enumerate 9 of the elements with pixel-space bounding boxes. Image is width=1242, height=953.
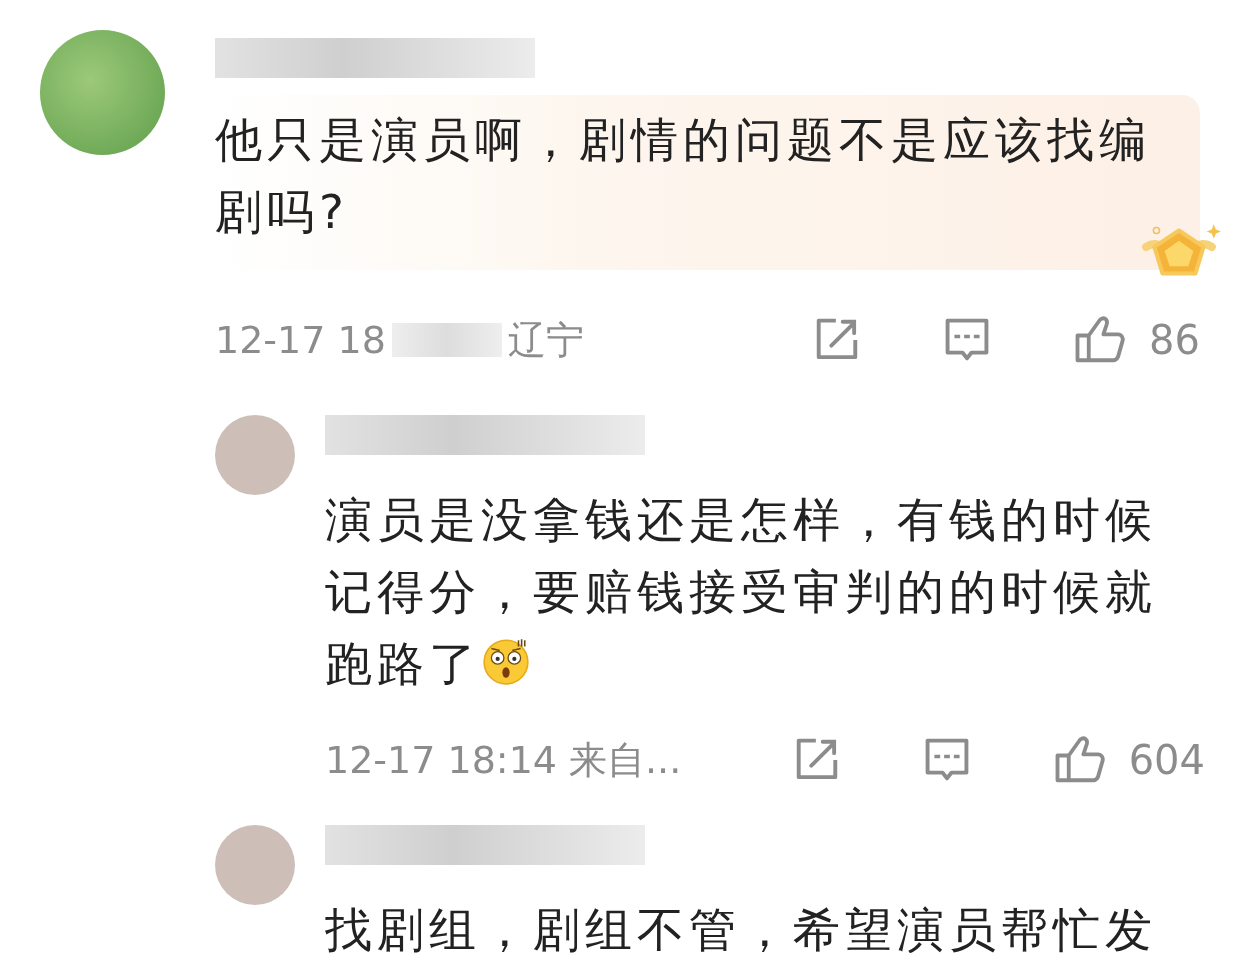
comment-text: 找剧组，剧组不管，希望演员帮忙发 [325,901,1158,953]
comment-location: 辽宁 [507,316,584,364]
comment-text: 他只是演员啊，剧情的问题不是应该找编剧吗? [215,111,1152,241]
like-count[interactable]: 604 [1128,737,1205,783]
comment-time: 12-17 18:14 [325,738,557,782]
comment-text: 演员是没拿钱还是怎样，有钱的时候记得分，要赔钱接受审判的的时候就跑路了 [325,491,1158,693]
comment-location: 来自... [569,736,682,784]
like-count[interactable]: 86 [1149,317,1200,363]
comment-time: 12-17 18 [215,318,386,362]
